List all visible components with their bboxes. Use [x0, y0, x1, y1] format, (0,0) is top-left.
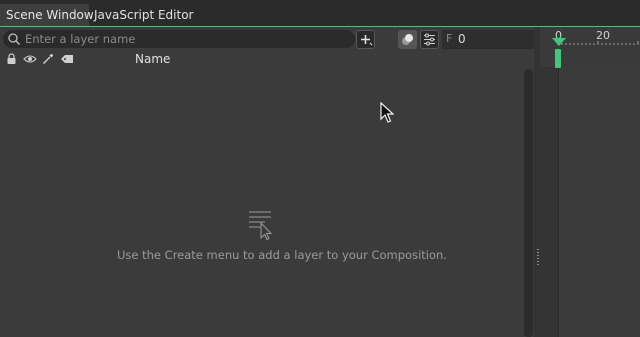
tab-scene-window[interactable]: Scene Window	[0, 4, 94, 26]
layer-list	[0, 68, 522, 337]
tab-bar: Scene Window JavaScript Editor	[0, 0, 640, 27]
sliders-icon	[424, 33, 435, 46]
filter-settings-button[interactable]	[420, 30, 439, 49]
name-column-header[interactable]: Name	[135, 52, 170, 66]
tag-icon[interactable]	[60, 53, 74, 65]
playhead-icon[interactable]	[552, 38, 566, 68]
solo-toggle-button[interactable]	[398, 30, 417, 49]
ruler-tick-label-20: 20	[596, 29, 610, 42]
timeline-panel: 0 20	[540, 27, 640, 337]
timeline-start-strip	[540, 67, 558, 337]
eyedropper-icon[interactable]	[42, 53, 54, 65]
search-input[interactable]	[25, 30, 345, 48]
current-frame-field[interactable]: F 0	[442, 30, 534, 49]
layer-list-scrollbar[interactable]	[524, 69, 533, 337]
add-layer-cursor-icon	[249, 211, 273, 240]
frame-label: F	[446, 32, 453, 45]
layer-search	[3, 30, 355, 48]
solo-toggle-icon	[402, 34, 413, 45]
lock-icon[interactable]	[6, 53, 17, 65]
add-layer-button[interactable]	[356, 30, 375, 49]
mouse-cursor-icon	[380, 102, 394, 123]
frame-value[interactable]: 0	[458, 32, 466, 46]
plus-icon	[361, 35, 373, 46]
eye-icon[interactable]	[23, 53, 37, 65]
splitter-grip[interactable]	[537, 249, 539, 267]
layer-column-header: Name	[0, 51, 534, 68]
empty-state-message: Use the Create menu to add a layer to yo…	[117, 248, 447, 262]
timeline-track-area[interactable]	[558, 67, 640, 337]
tab-javascript-editor[interactable]: JavaScript Editor	[88, 4, 199, 26]
search-icon	[8, 33, 20, 45]
